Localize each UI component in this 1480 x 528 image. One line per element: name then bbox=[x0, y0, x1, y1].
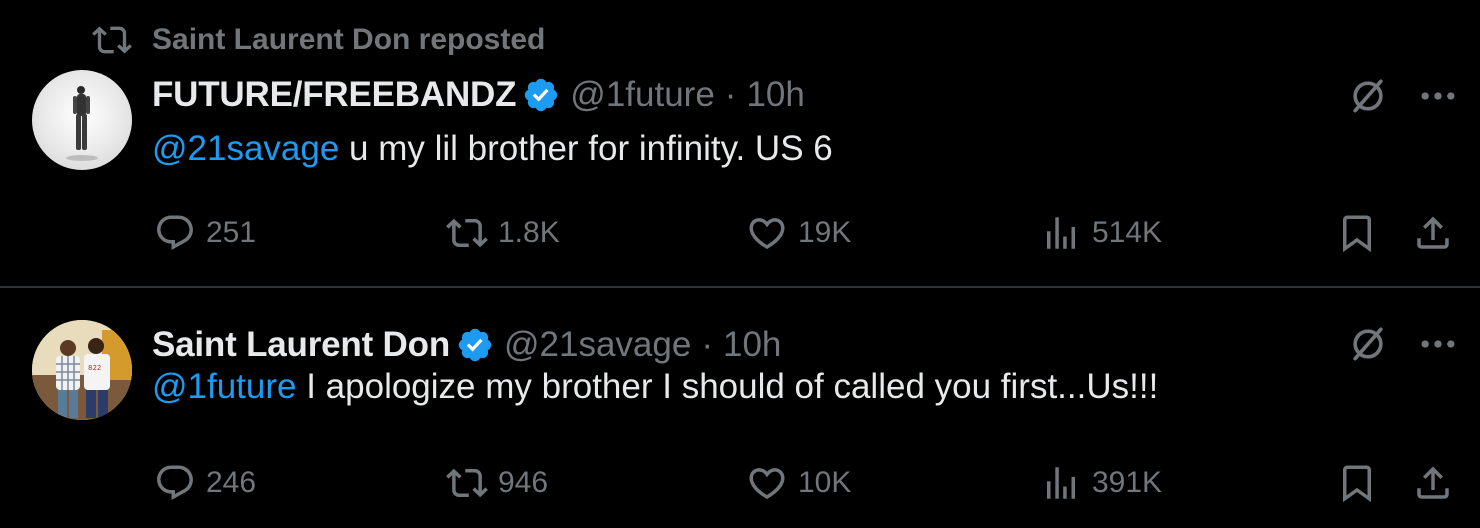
tweet[interactable]: 822 Saint Laurent Don @21savage · 10h @1… bbox=[0, 288, 1480, 528]
tweet-text: @1future I apologize my brother I should… bbox=[152, 364, 1158, 410]
separator: · bbox=[701, 325, 713, 364]
tweet[interactable]: Saint Laurent Don reposted FUTURE/FREEBA… bbox=[0, 0, 1480, 286]
action-bar: 251 1.8K 19K 514K bbox=[0, 208, 1480, 258]
avatar[interactable]: 822 bbox=[32, 320, 132, 420]
bookmark-icon bbox=[1343, 215, 1371, 253]
tweet-text: @21savage u my lil brother for infinity.… bbox=[152, 126, 833, 172]
grok-icon bbox=[1353, 79, 1383, 113]
handle[interactable]: @21savage bbox=[504, 325, 691, 365]
like-count: 19K bbox=[798, 216, 852, 249]
repost-icon bbox=[446, 468, 488, 498]
like-button[interactable]: 19K bbox=[746, 208, 851, 258]
social-context[interactable]: Saint Laurent Don reposted bbox=[92, 20, 545, 60]
like-icon bbox=[749, 468, 785, 500]
reply-button[interactable]: 251 bbox=[154, 208, 256, 258]
display-name[interactable]: FUTURE/FREEBANDZ bbox=[152, 75, 516, 115]
views-count: 514K bbox=[1092, 216, 1163, 249]
share-icon bbox=[1417, 216, 1449, 249]
repost-icon bbox=[92, 26, 132, 54]
display-name[interactable]: Saint Laurent Don bbox=[152, 325, 450, 365]
tweet-header: FUTURE/FREEBANDZ @1future · 10h bbox=[152, 70, 805, 120]
reply-count: 251 bbox=[206, 216, 257, 249]
timestamp[interactable]: 10h bbox=[746, 75, 804, 115]
views-button[interactable]: 391K bbox=[1040, 458, 1162, 508]
like-count: 10K bbox=[798, 466, 852, 499]
more-button[interactable] bbox=[1410, 68, 1466, 124]
share-button[interactable] bbox=[1412, 458, 1454, 508]
svg-text:822: 822 bbox=[88, 364, 101, 372]
like-icon bbox=[749, 218, 785, 250]
mention-link[interactable]: @1future bbox=[152, 367, 297, 406]
verified-badge-icon[interactable] bbox=[522, 76, 560, 114]
repost-button[interactable]: 1.8K bbox=[446, 208, 560, 258]
views-icon bbox=[1047, 467, 1075, 499]
avatar-image bbox=[66, 86, 98, 161]
avatar[interactable] bbox=[32, 70, 132, 170]
separator: · bbox=[724, 75, 737, 114]
mention-link[interactable]: @21savage bbox=[152, 129, 339, 168]
reply-button[interactable]: 246 bbox=[154, 458, 256, 508]
more-icon bbox=[1421, 340, 1455, 348]
views-icon bbox=[1047, 217, 1075, 249]
handle[interactable]: @1future bbox=[570, 75, 715, 115]
bookmark-button[interactable] bbox=[1336, 208, 1378, 258]
repost-button[interactable]: 946 bbox=[446, 458, 548, 508]
more-icon bbox=[1421, 92, 1455, 100]
share-button[interactable] bbox=[1412, 208, 1454, 258]
grok-button[interactable] bbox=[1340, 68, 1396, 124]
bookmark-button[interactable] bbox=[1336, 458, 1378, 508]
verified-badge-icon[interactable] bbox=[456, 326, 494, 364]
repost-count: 946 bbox=[498, 466, 549, 499]
like-button[interactable]: 10K bbox=[746, 458, 851, 508]
views-count: 391K bbox=[1092, 466, 1163, 499]
social-context-text: Saint Laurent Don reposted bbox=[152, 23, 546, 56]
grok-icon bbox=[1353, 327, 1383, 361]
timeline: Saint Laurent Don reposted FUTURE/FREEBA… bbox=[0, 0, 1480, 528]
action-bar: 246 946 10K 391K bbox=[0, 458, 1480, 508]
reply-count: 246 bbox=[206, 466, 257, 499]
avatar-image: 822 bbox=[32, 320, 132, 420]
bookmark-icon bbox=[1343, 465, 1371, 503]
tweet-header: Saint Laurent Don @21savage · 10h bbox=[152, 320, 781, 370]
more-button[interactable] bbox=[1410, 316, 1466, 372]
share-icon bbox=[1417, 466, 1449, 499]
reply-icon bbox=[157, 465, 193, 500]
views-button[interactable]: 514K bbox=[1040, 208, 1162, 258]
timestamp[interactable]: 10h bbox=[723, 325, 781, 365]
repost-count: 1.8K bbox=[498, 216, 560, 249]
tweet-text-content: I apologize my brother I should of calle… bbox=[296, 367, 1159, 406]
tweet-text-content: u my lil brother for infinity. US 6 bbox=[339, 129, 833, 168]
reply-icon bbox=[157, 215, 193, 250]
grok-button[interactable] bbox=[1340, 316, 1396, 372]
repost-icon bbox=[446, 218, 488, 248]
